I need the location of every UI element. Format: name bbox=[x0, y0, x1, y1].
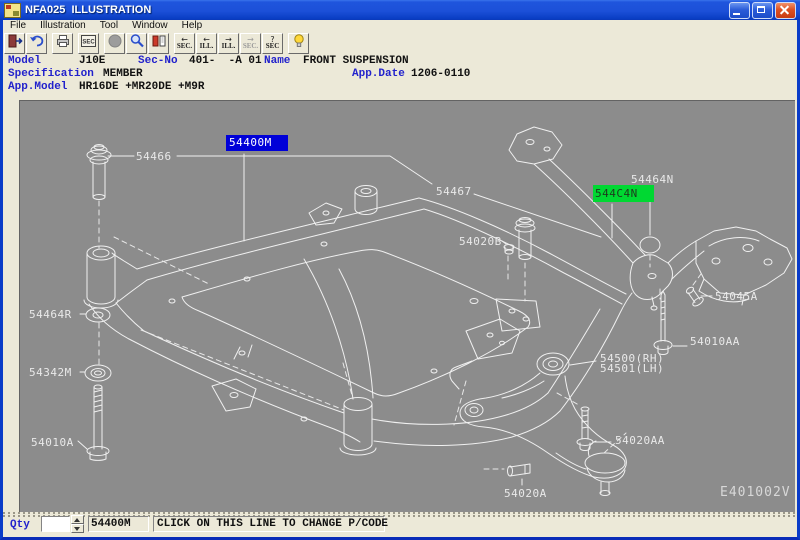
part-label-54020AA[interactable]: 54020AA bbox=[615, 435, 665, 446]
app-icon bbox=[4, 3, 21, 18]
menu-illustration[interactable]: Illustration bbox=[33, 20, 93, 32]
part-label-54400M-selected[interactable]: 54400M bbox=[226, 135, 288, 151]
svg-text:SEC: SEC bbox=[82, 39, 95, 45]
title-bar: NFA025 ILLUSTRATION bbox=[0, 0, 800, 20]
prev-illustration-button[interactable]: ← ILL. bbox=[196, 33, 217, 54]
qty-up-button[interactable] bbox=[71, 515, 84, 524]
appdate-label: App.Date bbox=[352, 68, 405, 80]
info-row-1: Model J10E Sec-No 401- -A 01 Name FRONT … bbox=[3, 55, 29, 67]
close-button[interactable] bbox=[775, 2, 796, 19]
qty-stepper bbox=[71, 515, 84, 533]
illustration-canvas[interactable]: 54466 54400M 54467 54464N 544C4N 54020B … bbox=[19, 100, 795, 512]
menu-help[interactable]: Help bbox=[175, 20, 210, 32]
pcode-field[interactable]: 54400M bbox=[88, 516, 149, 532]
appmodel-value: HR16DE +MR20DE +M9R bbox=[79, 81, 204, 93]
window-title: NFA025 ILLUSTRATION bbox=[25, 4, 729, 16]
app-window: NFA025 ILLUSTRATION File Illustration To… bbox=[0, 0, 800, 540]
part-label-544C4N-highlighted[interactable]: 544C4N bbox=[593, 185, 654, 202]
minimize-button[interactable] bbox=[729, 2, 750, 19]
next-illustration-button[interactable]: → ILL. bbox=[218, 33, 239, 54]
sec-box-icon: SEC bbox=[80, 33, 97, 54]
part-label-54010AA[interactable]: 54010AA bbox=[690, 336, 740, 347]
secno-value: 401- -A 01 bbox=[189, 55, 262, 67]
model-label: Model bbox=[8, 55, 41, 67]
appmodel-label: App.Model bbox=[8, 81, 67, 93]
qty-input[interactable] bbox=[41, 516, 70, 532]
name-label: Name bbox=[264, 55, 290, 67]
info-row-2: Specification MEMBER App.Date 1206-0110 bbox=[3, 68, 29, 80]
menu-bar: File Illustration Tool Window Help bbox=[3, 20, 797, 32]
bottom-bar: Qty 54400M CLICK ON THIS LINE TO CHANGE … bbox=[3, 517, 797, 534]
part-label-54045A[interactable]: 54045A bbox=[715, 291, 758, 302]
part-label-54010A[interactable]: 54010A bbox=[31, 437, 74, 448]
part-label-54020A[interactable]: 54020A bbox=[504, 488, 547, 499]
record-button[interactable] bbox=[104, 33, 125, 54]
diagram-code: E401002V bbox=[720, 485, 791, 500]
model-value: J10E bbox=[79, 55, 105, 67]
part-label-54464R[interactable]: 54464R bbox=[29, 309, 72, 320]
menu-window[interactable]: Window bbox=[125, 20, 175, 32]
qty-label: Qty bbox=[10, 519, 30, 531]
undo-arrow-icon bbox=[29, 33, 45, 54]
hint-button[interactable] bbox=[288, 33, 309, 54]
separator-dots bbox=[3, 512, 797, 514]
info-row-3: App.Model HR16DE +MR20DE +M9R bbox=[3, 81, 29, 93]
exit-door-icon bbox=[7, 33, 23, 54]
name-value: FRONT SUSPENSION bbox=[303, 55, 409, 67]
toolbar: SEC ← SE bbox=[4, 32, 798, 54]
qty-down-button[interactable] bbox=[71, 524, 84, 533]
menu-file[interactable]: File bbox=[3, 20, 33, 32]
part-label-54464N[interactable]: 54464N bbox=[631, 174, 674, 185]
prev-section-button[interactable]: ← SEC. bbox=[174, 33, 195, 54]
zoom-button[interactable] bbox=[126, 33, 147, 54]
part-label-54467[interactable]: 54467 bbox=[436, 186, 472, 197]
printer-icon bbox=[55, 33, 71, 54]
next-section-button[interactable]: → SEC. bbox=[240, 33, 261, 54]
magnifier-icon bbox=[129, 33, 145, 54]
part-label-54501LH[interactable]: 54501(LH) bbox=[600, 363, 664, 374]
menu-tool[interactable]: Tool bbox=[93, 20, 125, 32]
secno-label: Sec-No bbox=[138, 55, 178, 67]
spec-value: MEMBER bbox=[103, 68, 143, 80]
lamp-icon bbox=[291, 33, 307, 54]
section-help-button[interactable]: ? SEC bbox=[262, 33, 283, 54]
part-label-54020B[interactable]: 54020B bbox=[459, 236, 502, 247]
spec-label: Specification bbox=[8, 68, 94, 80]
maximize-button[interactable] bbox=[752, 2, 773, 19]
book-icon bbox=[151, 33, 167, 54]
print-button[interactable] bbox=[52, 33, 73, 54]
exit-button[interactable] bbox=[4, 33, 25, 54]
part-label-54342M[interactable]: 54342M bbox=[29, 367, 72, 378]
catalog-book-button[interactable] bbox=[148, 33, 169, 54]
circle-icon bbox=[107, 33, 123, 54]
undo-button[interactable] bbox=[26, 33, 47, 54]
pcode-message-line[interactable]: CLICK ON THIS LINE TO CHANGE P/CODE bbox=[153, 516, 385, 532]
part-label-54466[interactable]: 54466 bbox=[136, 151, 172, 162]
appdate-value: 1206-0110 bbox=[411, 68, 470, 80]
sec-list-button[interactable]: SEC bbox=[78, 33, 99, 54]
